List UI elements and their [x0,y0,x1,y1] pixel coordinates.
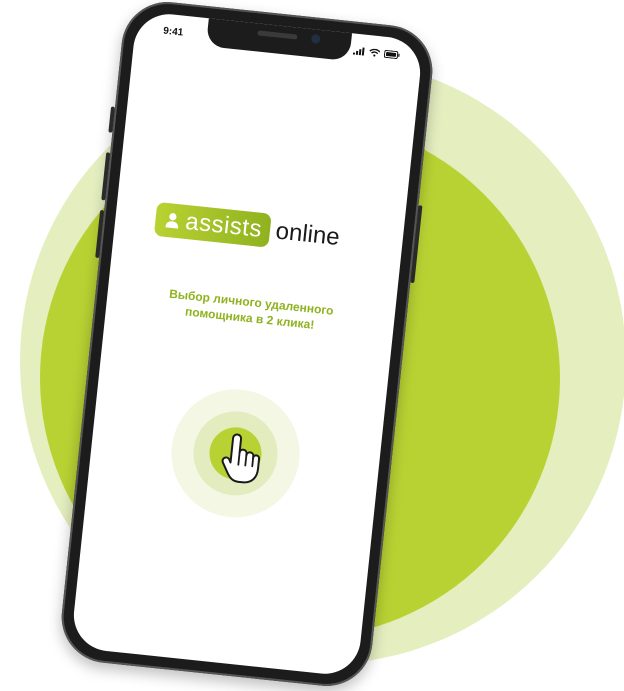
phone-side-button [108,106,116,133]
status-icons [352,47,401,60]
wifi-icon [369,48,381,57]
signal-icon [352,47,365,56]
logo-text: online [274,217,341,252]
pointer-hand-icon [221,433,261,484]
battery-icon [383,49,400,59]
status-time: 9:41 [162,25,184,39]
logo-pill-text: assists [184,207,264,243]
user-icon [165,212,181,229]
phone-screen: 9:41 assists online Выбор личного удален… [70,10,424,678]
logo-pill: assists [153,201,272,248]
app-logo: assists online [153,201,341,255]
camera-icon [310,34,321,44]
speaker-grille [257,30,298,40]
tagline: Выбор личного удаленного помощника в 2 к… [106,279,396,341]
tap-start-button[interactable] [165,383,306,524]
phone-notch [205,16,353,62]
